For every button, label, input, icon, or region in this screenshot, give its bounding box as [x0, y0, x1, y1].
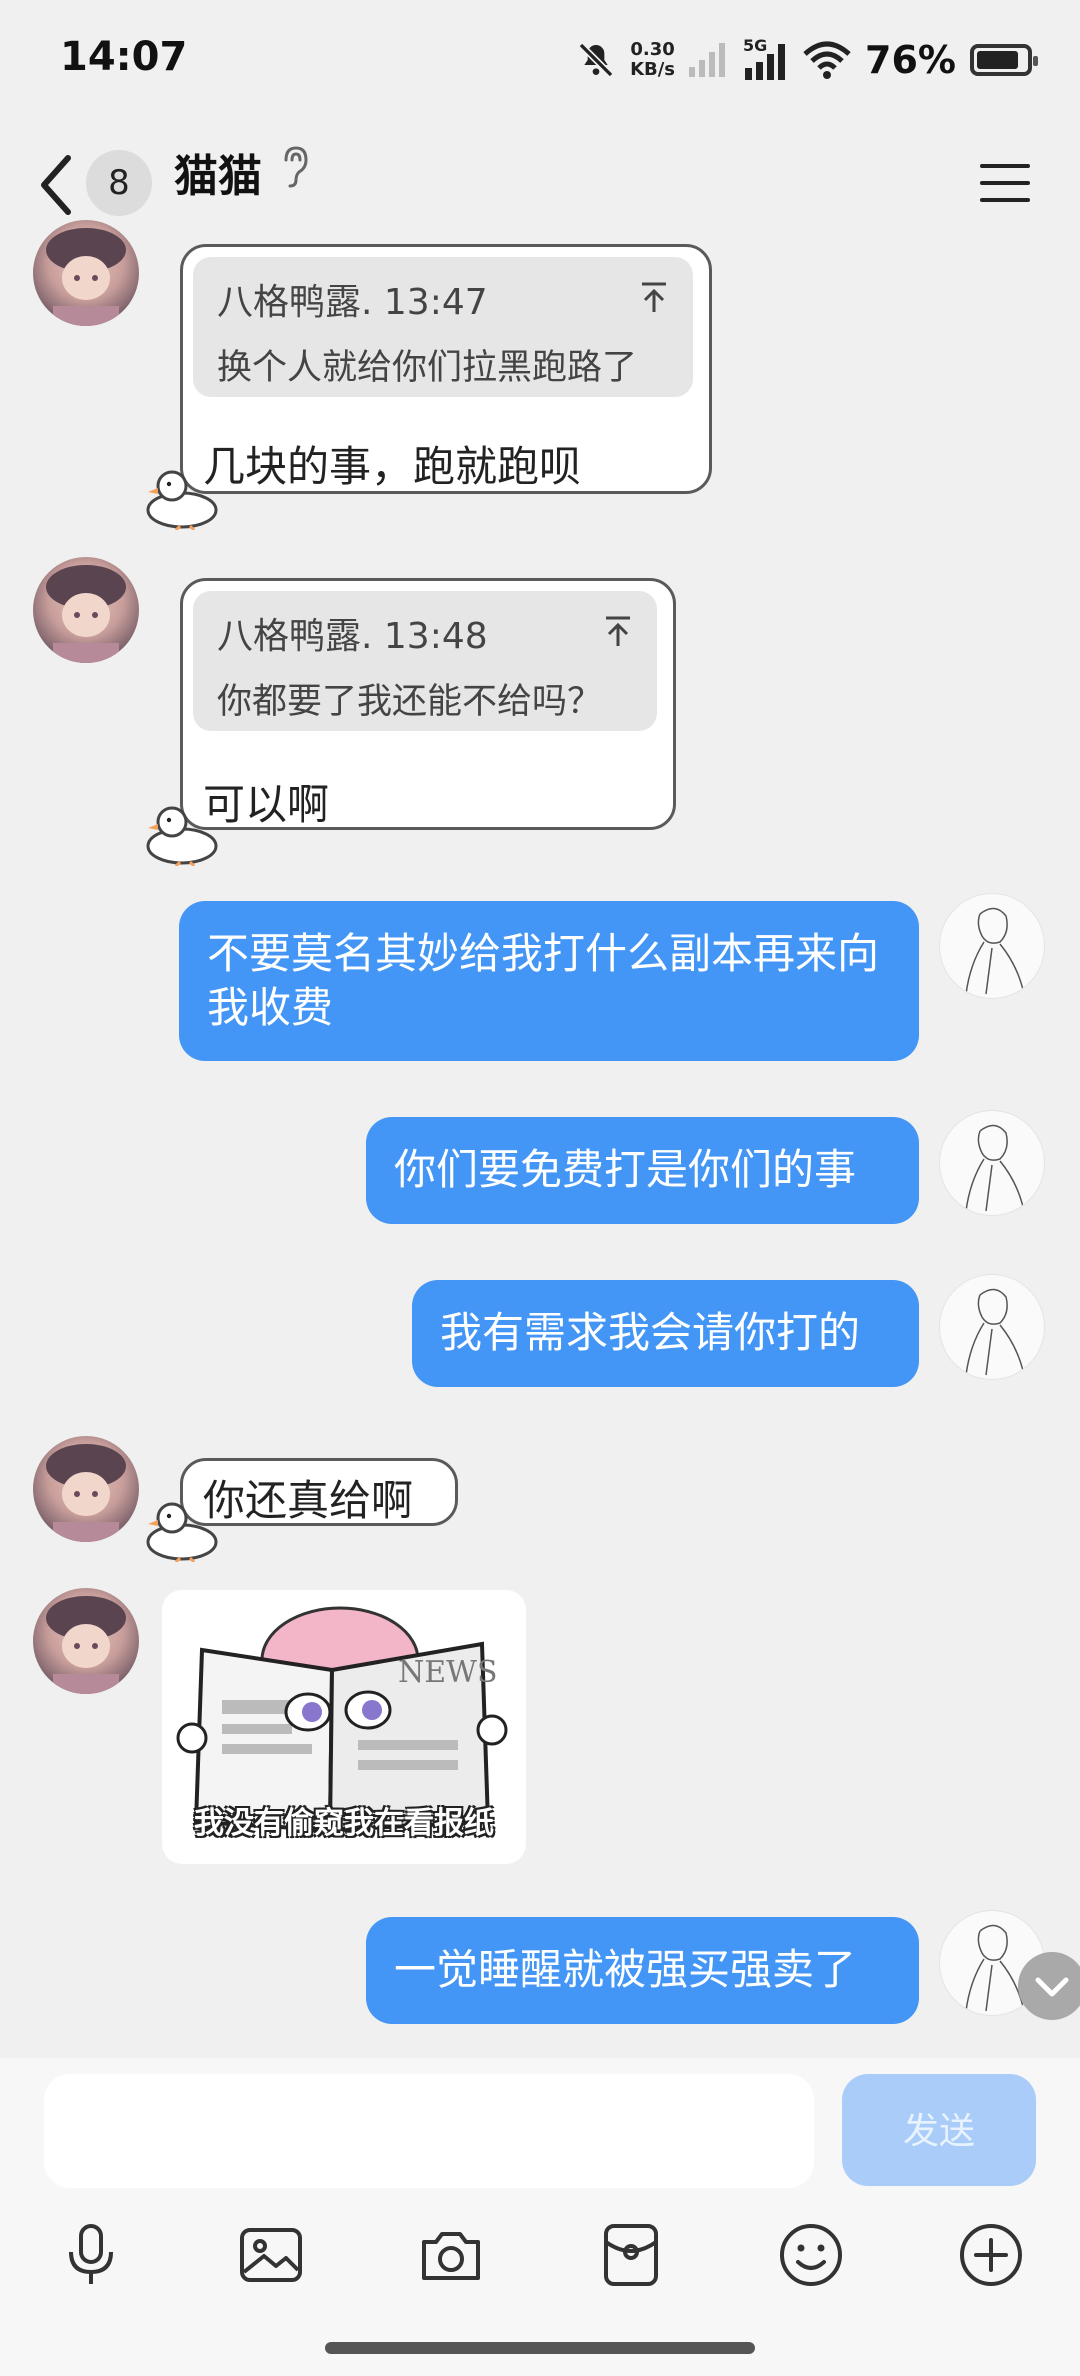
scroll-to-bottom-icon[interactable]	[1016, 1950, 1080, 2022]
message-text: 几块的事，跑就跑呗	[203, 442, 582, 491]
network-speed-unit: KB/s	[630, 59, 676, 80]
emoji-icon[interactable]	[776, 2220, 846, 2290]
quoted-author-time: 八格鸭露. 13:48	[217, 616, 488, 657]
message-text: 一觉睡醒就被强买强卖了	[394, 1945, 857, 1994]
status-icons: 0.30 KB/s 5G 76%	[576, 30, 1038, 90]
duck-bubble-decoration-icon	[146, 470, 218, 530]
contact-avatar[interactable]	[33, 1436, 139, 1542]
signal-weak-icon	[689, 43, 726, 77]
duck-bubble-decoration-icon	[146, 1502, 218, 1562]
signal-5g-icon: 5G	[743, 36, 789, 80]
sticker-caption: 我没有偷窥我在看报纸	[194, 1806, 494, 1841]
quoted-text: 换个人就给你们拉黑跑路了	[217, 348, 638, 388]
my-avatar[interactable]	[939, 893, 1045, 999]
wifi-icon	[803, 41, 851, 79]
contact-avatar[interactable]	[33, 557, 139, 663]
menu-icon[interactable]	[978, 156, 1032, 210]
incoming-message-bubble[interactable]: 你还真给啊	[180, 1458, 458, 1526]
input-bar: 发送	[0, 2058, 1080, 2376]
status-bar: 14:07 0.30 KB/s 5G 76%	[0, 0, 1080, 120]
camera-icon[interactable]	[416, 2220, 486, 2290]
outgoing-message-bubble[interactable]: 你们要免费打是你们的事	[366, 1117, 919, 1224]
mute-bell-icon	[578, 42, 614, 78]
red-packet-icon[interactable]	[596, 2220, 666, 2290]
back-arrow-icon[interactable]	[36, 152, 76, 218]
my-avatar[interactable]	[939, 1110, 1045, 1216]
message-text: 不要莫名其妙给我打什么副本再来向我收费	[207, 929, 880, 1032]
incoming-message-bubble[interactable]: 八格鸭露. 13:48 你都要了我还能不给吗？ 可以啊	[180, 578, 676, 830]
message-text: 你们要免费打是你们的事	[394, 1145, 857, 1194]
earpiece-mode-icon	[284, 146, 308, 188]
jump-to-quote-icon[interactable]	[639, 281, 669, 313]
quoted-text: 你都要了我还能不给吗？	[217, 682, 603, 722]
chat-title: 猫猫	[174, 151, 262, 202]
status-time: 14:07	[60, 34, 188, 80]
send-button[interactable]: 发送	[842, 2074, 1036, 2186]
contact-avatar[interactable]	[33, 1588, 139, 1694]
home-indicator[interactable]	[325, 2342, 755, 2354]
contact-avatar[interactable]	[33, 220, 139, 326]
network-speed: 0.30 KB/s	[630, 40, 675, 80]
jump-to-quote-icon[interactable]	[603, 615, 633, 647]
quoted-author-time: 八格鸭露. 13:47	[217, 282, 488, 323]
quoted-message[interactable]: 八格鸭露. 13:47 换个人就给你们拉黑跑路了	[193, 257, 693, 397]
outgoing-message-bubble[interactable]: 一觉睡醒就被强买强卖了	[366, 1917, 919, 2024]
unread-count-badge[interactable]: 8	[86, 150, 152, 216]
outgoing-message-bubble[interactable]: 不要莫名其妙给我打什么副本再来向我收费	[179, 901, 919, 1061]
message-text: 我有需求我会请你打的	[440, 1308, 861, 1357]
image-icon[interactable]	[236, 2220, 306, 2290]
battery-percent: 76%	[865, 38, 956, 82]
duck-bubble-decoration-icon	[146, 806, 218, 866]
message-text: 可以啊	[203, 780, 330, 829]
network-speed-value: 0.30	[630, 39, 675, 60]
incoming-message-bubble[interactable]: 八格鸭露. 13:47 换个人就给你们拉黑跑路了 几块的事，跑就跑呗	[180, 244, 712, 494]
sticker-sign-text: NEWS	[398, 1655, 498, 1690]
battery-icon	[970, 44, 1038, 76]
microphone-icon[interactable]	[56, 2220, 126, 2290]
message-text: 你还真给啊	[203, 1476, 414, 1525]
my-avatar[interactable]	[939, 1274, 1045, 1380]
quoted-message[interactable]: 八格鸭露. 13:48 你都要了我还能不给吗？	[193, 591, 657, 731]
message-input[interactable]	[44, 2074, 814, 2188]
chat-header: 8 猫猫	[0, 130, 1080, 240]
outgoing-message-bubble[interactable]: 我有需求我会请你打的	[412, 1280, 919, 1387]
plus-icon[interactable]	[956, 2220, 1026, 2290]
sticker-image[interactable]: NEWS 我没有偷窥我在看报纸	[162, 1590, 526, 1864]
